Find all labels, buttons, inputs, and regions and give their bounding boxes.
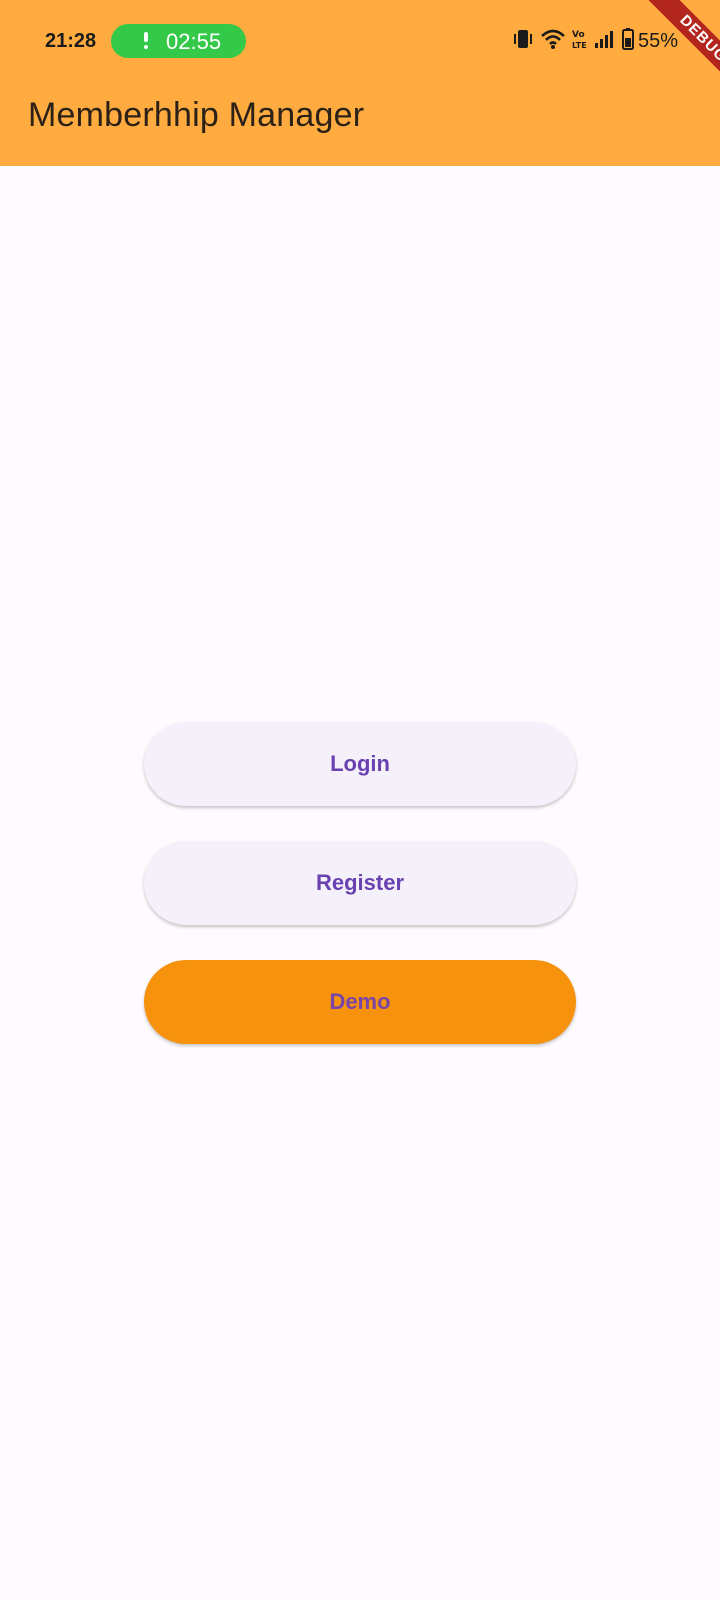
alert-icon: [143, 31, 149, 51]
vibrate-icon: [512, 28, 534, 55]
login-button[interactable]: Login: [144, 722, 576, 806]
svg-text:Vo: Vo: [572, 30, 585, 40]
volte-icon: Vo LTE: [572, 28, 588, 55]
ongoing-call-chip[interactable]: 02:55: [111, 24, 246, 58]
wifi-icon: [540, 28, 566, 55]
call-timer: 02:55: [166, 29, 222, 54]
debug-banner: DEBUG: [610, 0, 720, 110]
demo-button[interactable]: Demo: [144, 960, 576, 1044]
status-time: 21:28: [45, 30, 97, 52]
app-title: Memberhhip Manager: [28, 96, 365, 134]
register-button[interactable]: Register: [144, 841, 576, 925]
debug-ribbon-label: DEBUG: [642, 0, 720, 100]
svg-text:LTE: LTE: [572, 41, 587, 50]
